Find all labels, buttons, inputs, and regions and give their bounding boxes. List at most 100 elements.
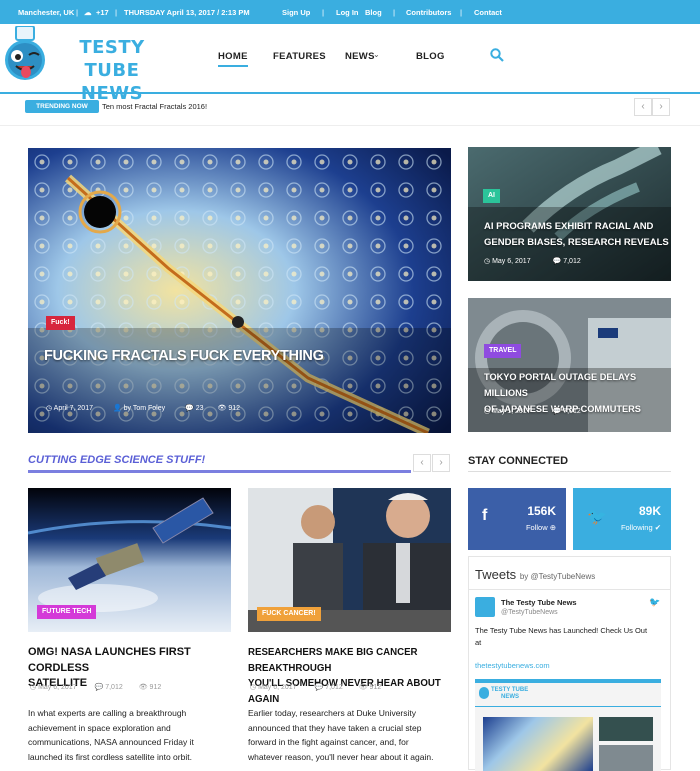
facebook-count: 156K [527, 504, 556, 518]
satellite-card-image[interactable]: FUTURE TECH [28, 488, 231, 632]
side-article-ai[interactable]: AI AI PROGRAMS EXHIBIT RACIAL AND GENDER… [468, 147, 671, 281]
card1-views: 7,012 [105, 684, 123, 691]
travel-date: May 1, 2017 [492, 408, 531, 415]
card1-title-line1[interactable]: OMG! NASA LAUNCHES FIRST CORDLESS [28, 645, 238, 676]
travel-title-line1[interactable]: TOKYO PORTAL OUTAGE DELAYS MILLIONS [484, 369, 671, 401]
hero-article[interactable]: Fuck! FUCKING FRACTALS FUCK EVERYTHING ◷… [28, 148, 451, 433]
weather-cloud-icon: ☁ [84, 8, 92, 17]
cancer-card-image[interactable]: FUCK CANCER! [248, 488, 451, 632]
fuck-cancer-tag[interactable]: FUCK CANCER! [257, 607, 321, 621]
eye-icon: 👁 [217, 405, 227, 412]
twitter-bird-icon[interactable]: 🐦 [649, 597, 660, 608]
comment-icon: 💬 [94, 684, 104, 691]
nav-news[interactable]: NEWS [345, 51, 375, 62]
card2-title-line2[interactable]: YOU'LL SOMEHOW NEVER HEAR ABOUT AGAIN [248, 676, 463, 707]
ai-title-line2[interactable]: GENDER BIASES, RESEARCH REVEALS [484, 235, 669, 251]
hero-comments: 23 [195, 405, 204, 412]
nav-blog[interactable]: BLOG [416, 51, 445, 62]
weather-temp: +17 [96, 8, 109, 17]
preview-mascot-icon [479, 687, 489, 699]
clock-icon: ◷ [46, 405, 53, 412]
clock-icon: ◷ [250, 684, 257, 691]
test-tube-mascot-icon[interactable] [2, 26, 48, 86]
stay-connected-underline [468, 471, 671, 472]
section-underline [28, 470, 411, 473]
comment-icon: 💬 [552, 408, 562, 415]
twitter-count: 89K [638, 504, 661, 518]
ai-views: 7,012 [563, 258, 581, 265]
search-icon[interactable] [490, 48, 504, 62]
date-text: THURSDAY April 13, 2017 / 2:13 PM [124, 8, 250, 17]
trending-badge: TRENDING NOW [25, 100, 99, 113]
trending-divider [0, 125, 700, 126]
tweet-account-name[interactable]: The Testy Tube News [501, 598, 577, 607]
travel-tag[interactable]: TRAVEL [484, 344, 522, 358]
travel-views: 7,012 [563, 408, 581, 415]
stay-connected-title: STAY CONNECTED [468, 455, 569, 467]
account-avatar[interactable] [475, 597, 495, 617]
card1-comments: 912 [149, 684, 162, 691]
site-logo[interactable]: TESTY TUBE NEWS [52, 36, 172, 105]
future-tech-tag[interactable]: FUTURE TECH [37, 605, 97, 619]
tweets-by-link[interactable]: by @TestyTubeNews [520, 572, 595, 581]
eye-icon: 👁 [138, 684, 148, 691]
top-bar: Manchester, UK | ☁ +17 | THURSDAY April … [0, 0, 700, 24]
hero-date: April 7, 2017 [53, 405, 93, 412]
tweets-title: Tweets [475, 567, 517, 582]
hero-title[interactable]: FUCKING FRACTALS FUCK EVERYTHING [44, 348, 324, 364]
card2-views: 7,012 [325, 684, 343, 691]
card1-date: May 6, 2017 [38, 684, 77, 691]
log-in-link[interactable]: Log In [336, 8, 359, 17]
card2-excerpt: Earlier today, researchers at Duke Unive… [248, 708, 434, 762]
trending-next-button[interactable]: › [652, 98, 670, 116]
facebook-follow-label[interactable]: Follow ⊕ [526, 523, 556, 532]
nav-home[interactable]: HOME [218, 51, 248, 67]
trending-prev-button[interactable]: ‹ [634, 98, 652, 116]
nav-features[interactable]: FEATURES [273, 51, 326, 62]
comment-icon: 💬 [185, 405, 194, 412]
card2-comments: 912 [369, 684, 382, 691]
preview-fractal [483, 717, 593, 771]
tweet-link[interactable]: thetestytubenews.com [475, 661, 550, 670]
trending-headline[interactable]: Ten most Fractal Fractals 2016! [102, 102, 207, 111]
tweet-text-line1: The Testy Tube News has Launched! Check … [475, 626, 648, 635]
clock-icon: ◷ [484, 408, 491, 415]
preview-station [599, 745, 653, 771]
sign-up-link[interactable]: Sign Up [282, 8, 310, 17]
twitter-bird-icon: 🐦 [587, 509, 607, 526]
fractal-image [28, 148, 451, 433]
eye-icon: 👁 [358, 684, 368, 691]
user-icon: 👤 [112, 405, 122, 412]
side-article-travel[interactable]: TRAVEL TOKYO PORTAL OUTAGE DELAYS MILLIO… [468, 298, 671, 432]
card2-date: May 6, 2017 [258, 684, 297, 691]
clock-icon: ◷ [484, 258, 491, 265]
comment-icon: 💬 [552, 258, 562, 265]
chevron-down-icon: ⌄ [373, 50, 380, 59]
twitter-follow-box[interactable]: 🐦 89K Following ✔ [573, 488, 671, 550]
ai-title-line1[interactable]: AI PROGRAMS EXHIBIT RACIAL AND [484, 219, 669, 235]
contact-link[interactable]: Contact [474, 8, 502, 17]
comment-icon: 💬 [314, 684, 324, 691]
section-prev-button[interactable]: ‹ [413, 454, 431, 472]
header-divider [0, 92, 700, 94]
ai-date: May 6, 2017 [492, 258, 531, 265]
ai-tag[interactable]: AI [483, 189, 500, 203]
twitter-following-label[interactable]: Following ✔ [621, 523, 661, 532]
clock-icon: ◷ [30, 684, 37, 691]
facebook-icon: f [482, 507, 488, 524]
contributors-link[interactable]: Contributors [406, 8, 451, 17]
facebook-follow-box[interactable]: f 156K Follow ⊕ [468, 488, 566, 550]
logo-line1: TESTY TUBE [79, 37, 145, 81]
blog-top-link[interactable]: Blog [365, 8, 382, 17]
tweet-text-line2: at [475, 638, 482, 647]
section-next-button[interactable]: › [432, 454, 450, 472]
tweets-widget: Tweets by @TestyTubeNews The Testy Tube … [468, 556, 671, 771]
tweet-handle[interactable]: @TestyTubeNews [501, 609, 558, 616]
location-text: Manchester, UK [18, 8, 75, 17]
preview-robot [599, 717, 653, 741]
hero-tag[interactable]: Fuck! [46, 316, 75, 330]
hero-author[interactable]: by Tom Foley [124, 405, 166, 412]
hero-views: 912 [228, 405, 241, 412]
tweet-preview-image[interactable]: TESTY TUBE NEWS [475, 679, 661, 771]
card2-title-line1[interactable]: RESEARCHERS MAKE BIG CANCER BREAKTHROUGH [248, 645, 463, 676]
